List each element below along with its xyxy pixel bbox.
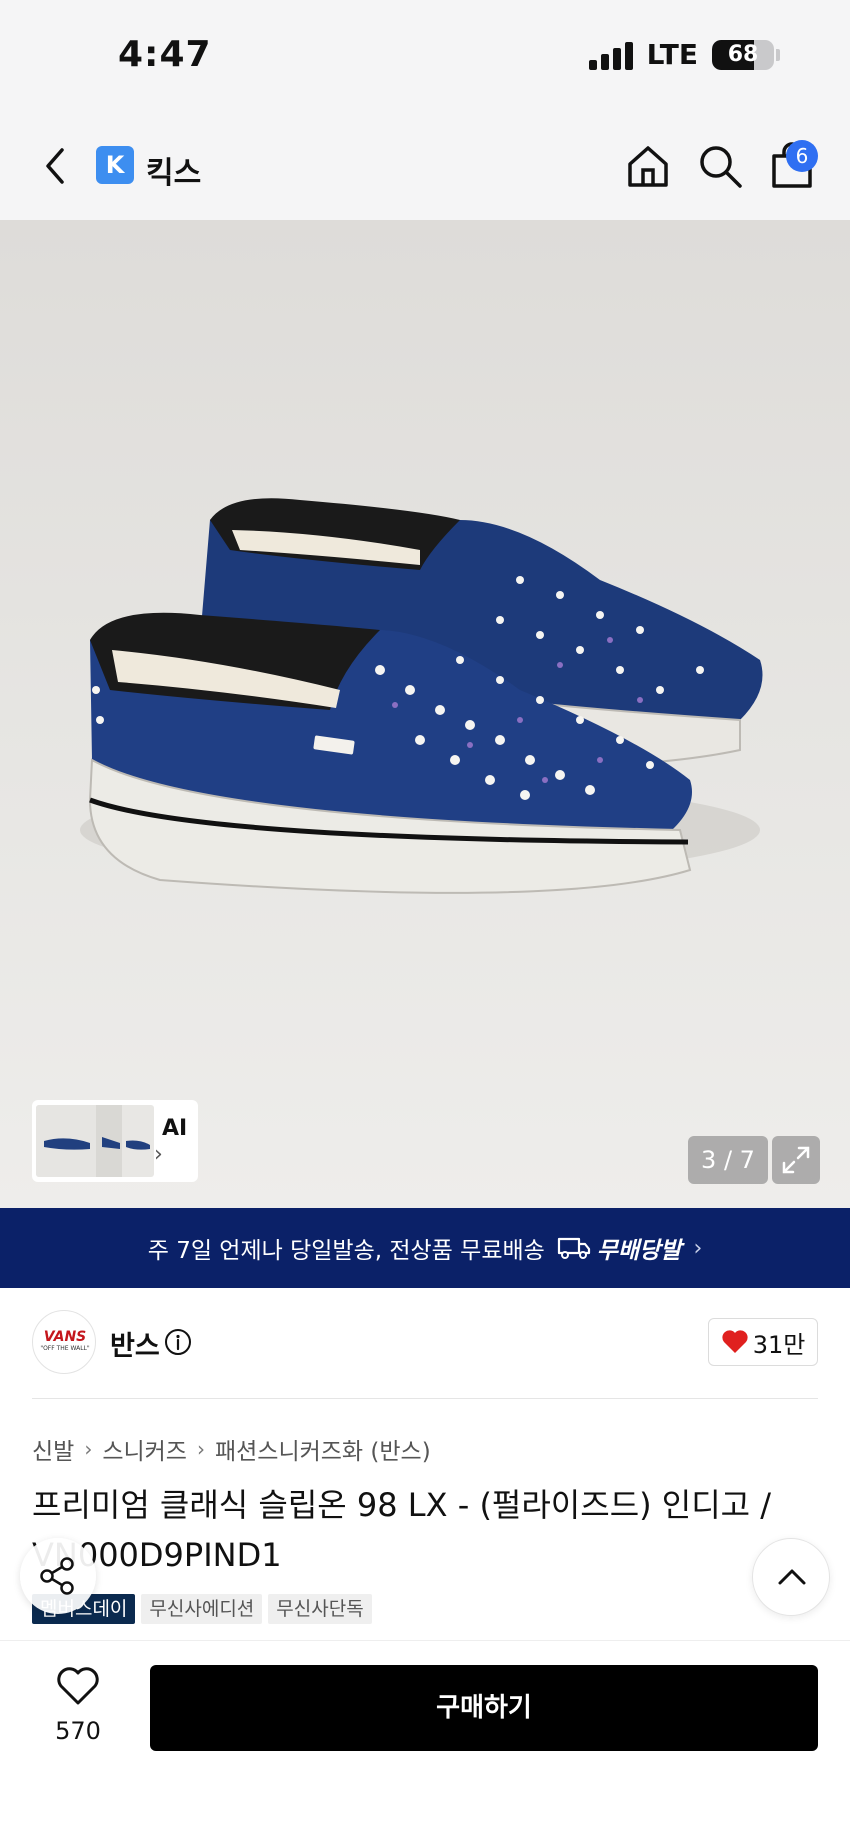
- battery-percentage: 68: [727, 41, 759, 67]
- ai-label: AI: [162, 1115, 188, 1141]
- brand-logo-subtext: "OFF THE WALL": [40, 1345, 90, 1352]
- store-name[interactable]: 킥스: [146, 148, 201, 192]
- info-button[interactable]: [164, 1328, 192, 1356]
- signal-icon: [588, 40, 633, 70]
- cart-count-badge: 6: [786, 140, 818, 172]
- product-title: 프리미엄 클래식 슬립온 98 LX - (펄라이즈드) 인디고 / VN000…: [32, 1486, 772, 1574]
- expand-icon: [782, 1146, 810, 1174]
- chevron-right-icon: ›: [196, 1437, 205, 1461]
- status-bar: 4:47 LTE 68: [0, 0, 850, 110]
- top-nav: K 킥스: [0, 110, 850, 220]
- status-time: 4:47: [118, 34, 212, 75]
- brand-logo[interactable]: VANS "OFF THE WALL": [32, 1310, 96, 1374]
- home-icon: [628, 146, 668, 187]
- page-indicator: 3 / 7: [688, 1136, 768, 1184]
- breadcrumb-item[interactable]: 패션스니커즈화 (반스): [215, 1432, 431, 1466]
- ai-thumbnail-button[interactable]: AI ›: [32, 1100, 198, 1182]
- network-type: LTE: [646, 38, 698, 71]
- share-icon: [40, 1557, 74, 1595]
- wishlist-count: 570: [55, 1717, 101, 1745]
- chevron-right-icon: ›: [693, 1235, 703, 1261]
- breadcrumb: 신발 › 스니커즈 › 패션스니커즈화 (반스): [32, 1432, 431, 1466]
- product-image: [80, 498, 763, 894]
- wishlist-button[interactable]: 570: [38, 1667, 118, 1763]
- chevron-right-icon: ›: [154, 1141, 163, 1167]
- shipping-banner[interactable]: 주 7일 언제나 당일발송, 전상품 무료배송 무배당발 ›: [0, 1208, 850, 1288]
- share-button[interactable]: [20, 1538, 96, 1614]
- divider: [32, 1398, 818, 1399]
- chevron-right-icon: ›: [84, 1437, 93, 1461]
- product-image-gallery[interactable]: AI › 3 / 7: [0, 220, 850, 1208]
- chevron-up-icon: [778, 1569, 806, 1585]
- bottom-action-bar: 570 구매하기: [0, 1640, 850, 1842]
- back-button[interactable]: [36, 144, 76, 188]
- store-logo[interactable]: K: [96, 146, 134, 184]
- tag: 무신사단독: [268, 1594, 372, 1624]
- status-indicators: LTE 68: [588, 38, 780, 71]
- breadcrumb-item[interactable]: 스니커즈: [102, 1432, 187, 1466]
- buy-button[interactable]: 구매하기: [150, 1665, 818, 1751]
- brand-like-button[interactable]: 31만: [708, 1318, 818, 1366]
- brand-row: VANS "OFF THE WALL" 반스 31만: [32, 1310, 818, 1374]
- brand-logo-text: VANS: [43, 1329, 87, 1345]
- brand-like-count: 31만: [752, 1330, 806, 1359]
- tag: 무신사에디션: [141, 1594, 263, 1624]
- home-button[interactable]: [624, 142, 672, 190]
- back-arrow-icon: [46, 148, 64, 184]
- shipping-badge-label: 무배당발: [596, 1238, 682, 1264]
- brand-name[interactable]: 반스: [110, 1324, 160, 1363]
- heart-outline-icon: [57, 1667, 99, 1705]
- shipping-banner-text: 주 7일 언제나 당일발송, 전상품 무료배송: [147, 1238, 545, 1264]
- scroll-to-top-button[interactable]: [752, 1538, 830, 1616]
- info-icon: [165, 1329, 191, 1355]
- search-icon: [700, 146, 742, 188]
- battery-cap: [776, 48, 780, 61]
- heart-filled-icon: [722, 1330, 748, 1353]
- breadcrumb-item[interactable]: 신발: [32, 1432, 74, 1466]
- thumbnail-image: [36, 1105, 154, 1177]
- delivery-truck-icon: [557, 1237, 590, 1259]
- expand-button[interactable]: [772, 1136, 820, 1184]
- battery-icon: 68: [712, 39, 774, 70]
- search-button[interactable]: [696, 142, 744, 190]
- shipping-badge: 무배당발: [557, 1231, 682, 1265]
